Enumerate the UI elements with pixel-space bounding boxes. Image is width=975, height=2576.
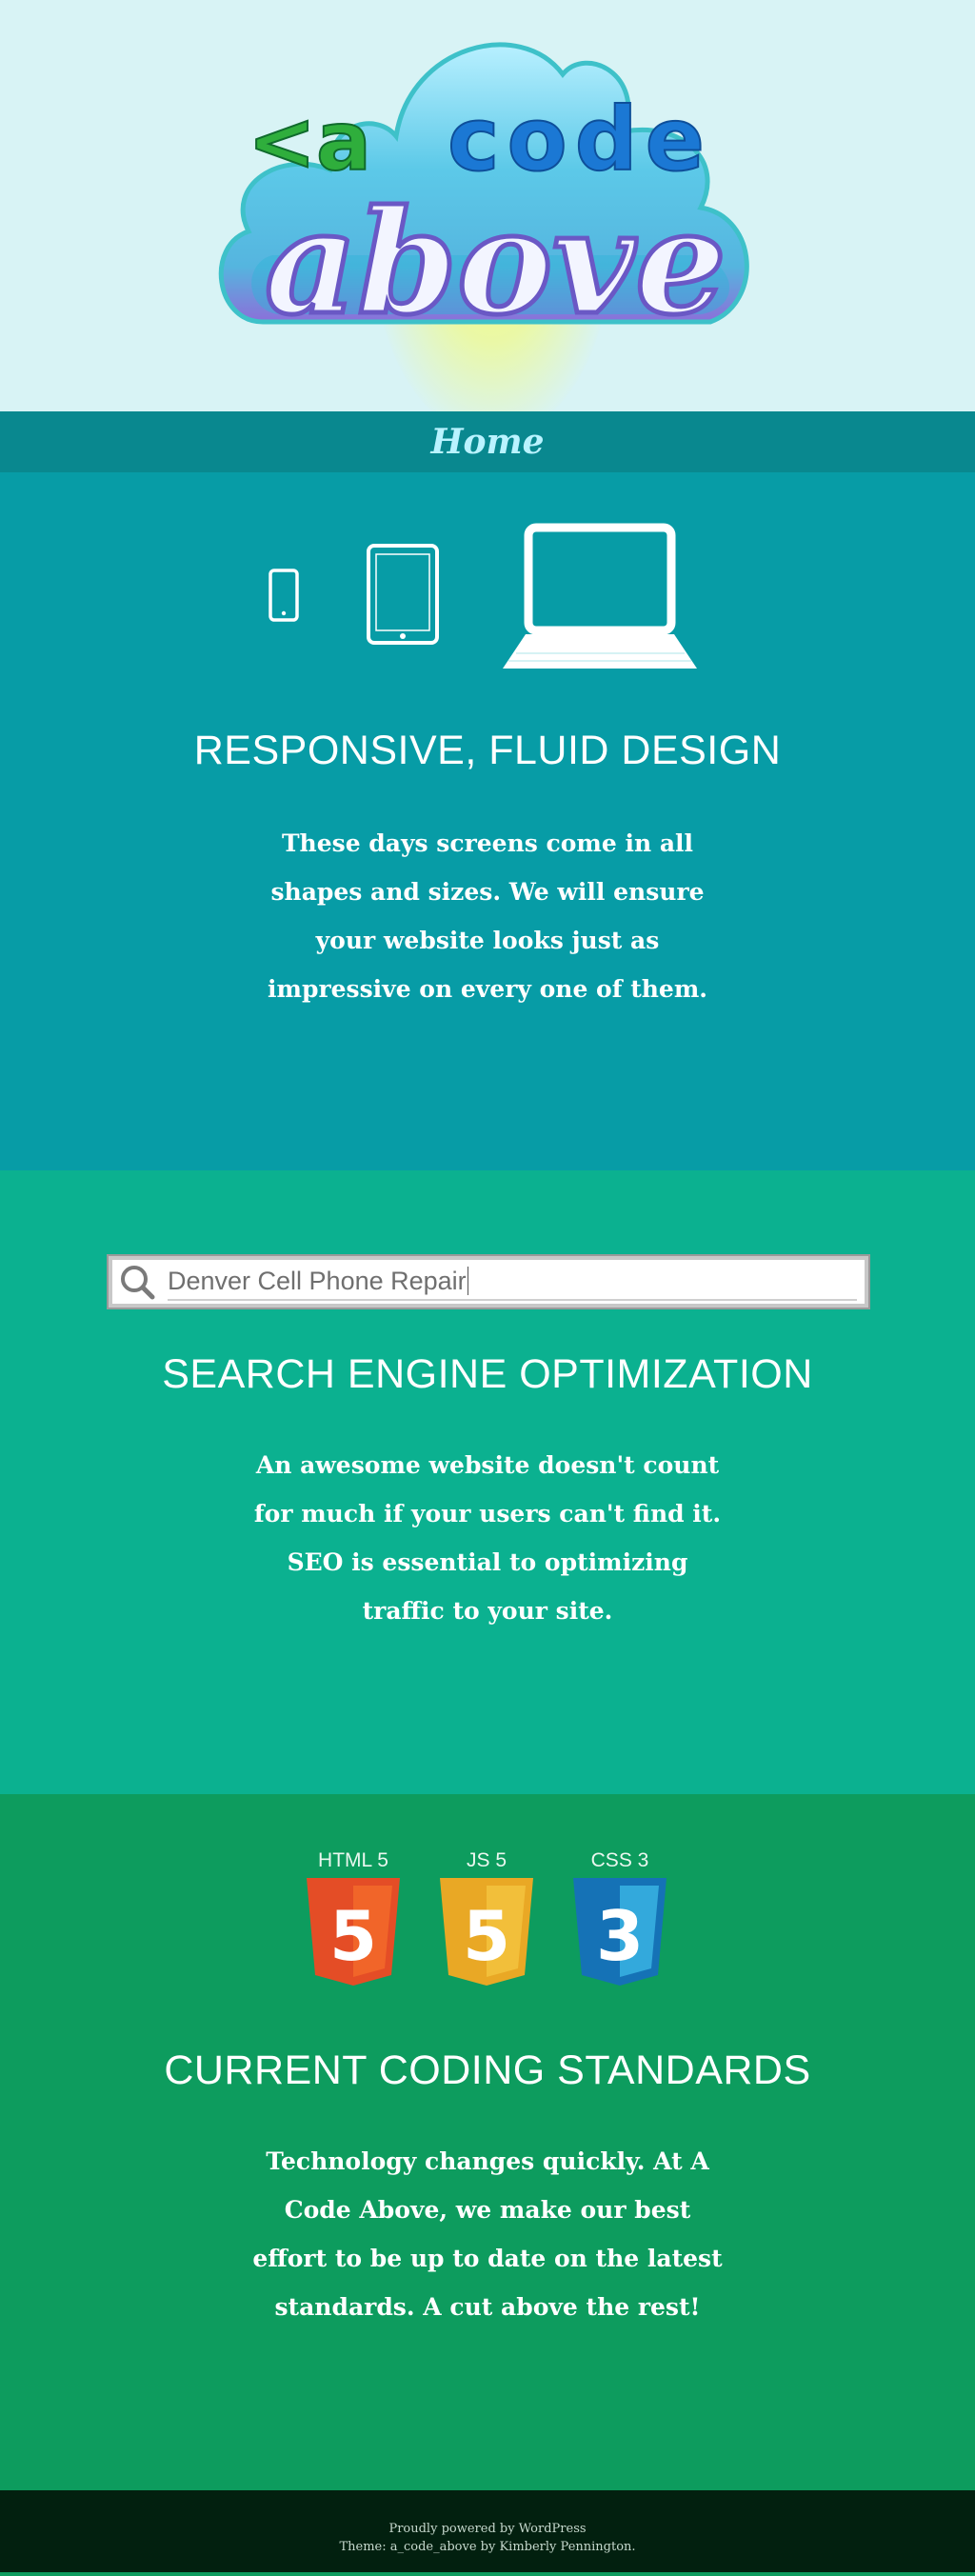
badge-label: CSS 3	[590, 1849, 649, 1871]
site-footer: Proudly powered by WordPress Theme: a_co…	[0, 2490, 975, 2572]
section-body: Technology changes quickly. At A Code Ab…	[252, 2147, 723, 2321]
site-header: <a code above	[0, 0, 975, 411]
footer-theme-credit: Theme: a_code_above by Kimberly Penningt…	[0, 2538, 975, 2556]
badge-glyph: 3	[596, 1896, 644, 1976]
badge-glyph: 5	[463, 1896, 510, 1976]
devices-icon	[269, 523, 697, 669]
section-seo: Denver Cell Phone Repair SEARCH ENGINE O…	[0, 1170, 975, 1794]
logo-text-code: code	[448, 89, 712, 190]
footer-theme-text: Theme: a_code_above by	[339, 2540, 500, 2554]
section-body: These days screens come in all shapes an…	[268, 829, 707, 1003]
js5-shield-icon: 5	[440, 1878, 533, 1986]
html5-badge: HTML 5 5	[301, 1849, 406, 1992]
section-responsive-design: RESPONSIVE, FLUID DESIGN These days scre…	[0, 472, 975, 1170]
badge-label: HTML 5	[318, 1849, 388, 1871]
css3-shield-icon: 3	[573, 1878, 667, 1986]
badge-glyph: 5	[329, 1896, 377, 1976]
section-coding-standards: HTML 5 5 JS 5 5 CSS 3 3 CURRENT CODING S…	[0, 1794, 975, 2490]
main-navigation: Home	[0, 411, 975, 472]
footer-powered-text: Proudly powered by	[388, 2522, 519, 2536]
html5-shield-icon: 5	[307, 1878, 400, 1986]
author-link[interactable]: Kimberly Pennington	[499, 2540, 631, 2554]
footer-theme-suffix: .	[631, 2540, 636, 2554]
tech-badges: HTML 5 5 JS 5 5 CSS 3 3	[301, 1849, 682, 1986]
section-title: RESPONSIVE, FLUID DESIGN	[193, 728, 782, 773]
search-icon	[121, 1266, 155, 1300]
search-input[interactable]: Denver Cell Phone Repair	[168, 1263, 857, 1301]
site-logo[interactable]: <a code above	[206, 17, 767, 360]
search-box[interactable]: Denver Cell Phone Repair	[107, 1254, 870, 1309]
wordpress-link[interactable]: WordPress	[519, 2522, 587, 2536]
section-title: SEARCH ENGINE OPTIMIZATION	[162, 1351, 813, 1397]
nav-home-link[interactable]: Home	[430, 422, 544, 462]
badge-label: JS 5	[466, 1849, 507, 1871]
js5-badge: JS 5 5	[434, 1849, 539, 1992]
logo-text-above: above	[265, 179, 726, 347]
footer-powered-by: Proudly powered by WordPress	[0, 2520, 975, 2538]
section-title: CURRENT CODING STANDARDS	[164, 2047, 811, 2093]
logo-text-tag: <a	[248, 94, 371, 190]
css3-badge: CSS 3 3	[567, 1849, 672, 1992]
section-body: An awesome website doesn't count for muc…	[253, 1451, 722, 1625]
search-input-value: Denver Cell Phone Repair	[168, 1266, 467, 1295]
